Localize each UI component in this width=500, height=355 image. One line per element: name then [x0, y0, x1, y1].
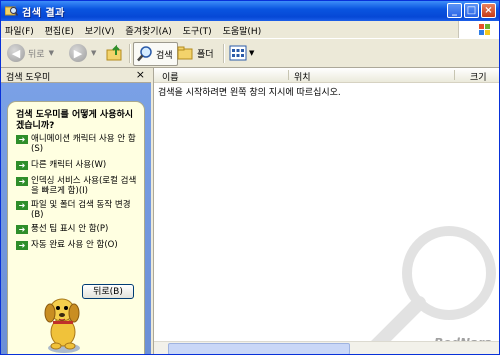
magnifier-watermark-icon: [367, 226, 496, 354]
rover-dog-icon[interactable]: [29, 288, 99, 355]
forward-arrow-icon: ▶: [69, 44, 87, 62]
menu-bar: 파일(F) 편집(E) 보기(V) 즐겨찾기(A) 도구(T) 도움말(H): [1, 21, 459, 38]
up-folder-button[interactable]: [105, 42, 125, 64]
maximize-button[interactable]: □: [464, 3, 479, 18]
folders-label: 폴더: [197, 49, 214, 60]
search-pane-title: 검색 도우미: [6, 73, 51, 83]
toolbar-separator: [129, 44, 131, 63]
column-location[interactable]: 위치: [294, 70, 311, 83]
green-arrow-icon: ➜: [16, 225, 28, 234]
menu-edit[interactable]: 편집(E): [41, 21, 78, 37]
search-button[interactable]: 검색: [133, 42, 178, 66]
option-label: 애니메이션 캐릭터 사용 안 함(S): [31, 134, 136, 154]
green-arrow-icon: ➜: [16, 135, 28, 144]
option-label: 파일 및 폴더 검색 동작 변경(B): [31, 200, 131, 220]
window-title: 검색 결과: [22, 8, 65, 19]
forward-dropdown-icon: ▼: [91, 49, 97, 57]
menu-file[interactable]: 파일(F): [1, 21, 38, 37]
column-divider[interactable]: [288, 70, 289, 80]
green-arrow-icon: ➜: [16, 161, 28, 170]
green-arrow-icon: ➜: [16, 201, 28, 210]
folders-button[interactable]: 폴더: [177, 42, 214, 64]
column-divider[interactable]: [454, 70, 455, 80]
search-folder-icon: [5, 6, 18, 16]
option-label: 자동 완료 사용 안 함(O): [31, 240, 118, 250]
column-name[interactable]: 이름: [162, 70, 179, 83]
search-label: 검색: [156, 50, 173, 61]
menu-help[interactable]: 도움말(H): [219, 21, 266, 37]
option-disable-autocomplete[interactable]: ➜ 자동 완료 사용 안 함(O): [16, 240, 140, 250]
views-button[interactable]: ▼: [229, 42, 254, 64]
menu-favorites[interactable]: 즐겨찾기(A): [121, 21, 175, 37]
option-change-search-behavior[interactable]: ➜ 파일 및 폴더 검색 동작 변경(B): [16, 200, 140, 220]
search-companion-pane: 검색 도우미를 어떻게 사용하시겠습니까? ➜ 애니메이션 캐릭터 사용 안 함…: [1, 83, 151, 355]
back-arrow-icon: ◀: [7, 44, 25, 62]
results-pane: 이름 위치 크기 검색을 시작하려면 왼쪽 창의 지시에 따르십시오. BodN…: [153, 68, 499, 354]
views-dropdown-icon: ▼: [249, 49, 255, 57]
option-indexing-service[interactable]: ➜ 인덱싱 서비스 사용(로컬 검색을 빠르게 함)(I): [16, 176, 140, 196]
option-other-character[interactable]: ➜ 다른 캐릭터 사용(W): [16, 160, 140, 170]
option-label: 다른 캐릭터 사용(W): [31, 160, 107, 170]
search-pane-header: 검색 도우미 ×: [1, 68, 151, 83]
close-button[interactable]: ×: [481, 3, 496, 18]
back-label: 뒤로: [28, 49, 45, 60]
option-label: 풍선 팁 표시 안 함(P): [31, 224, 109, 234]
column-size[interactable]: 크기: [470, 70, 487, 83]
menu-view[interactable]: 보기(V): [81, 21, 119, 37]
folders-icon: [177, 46, 193, 60]
option-hide-balloon-tips[interactable]: ➜ 풍선 팁 표시 안 함(P): [16, 224, 140, 234]
scrollbar-thumb[interactable]: [168, 343, 350, 354]
menu-tools[interactable]: 도구(T): [179, 21, 216, 37]
option-label: 인덱싱 서비스 사용(로컬 검색을 빠르게 함)(I): [31, 176, 137, 196]
search-results-window: 검색 결과 _ □ × 파일(F) 편집(E) 보기(V) 즐겨찾기(A) 도구…: [0, 0, 500, 355]
option-disable-animation[interactable]: ➜ 애니메이션 캐릭터 사용 안 함(S): [16, 134, 140, 154]
assistant-question: 검색 도우미를 어떻게 사용하시겠습니까?: [16, 110, 134, 131]
back-dropdown-icon: ▼: [48, 49, 54, 57]
title-bar[interactable]: 검색 결과 _ □ ×: [1, 1, 499, 21]
views-icon: [229, 45, 247, 61]
empty-results-message: 검색을 시작하려면 왼쪽 창의 지시에 따르십시오.: [158, 88, 341, 98]
up-folder-icon: [106, 44, 122, 61]
magnifier-icon: [137, 46, 152, 62]
results-column-header: 이름 위치 크기: [154, 68, 499, 83]
toolbar: ◀ 뒤로 ▼ ▶ ▼ 검색 폴더 ▼: [1, 38, 499, 68]
close-pane-icon[interactable]: ×: [136, 68, 145, 81]
horizontal-scrollbar[interactable]: [154, 341, 499, 354]
minimize-button[interactable]: _: [447, 3, 462, 18]
back-button[interactable]: ◀ 뒤로 ▼: [7, 42, 54, 64]
forward-button[interactable]: ▶ ▼: [69, 42, 96, 64]
toolbar-separator: [223, 44, 225, 63]
green-arrow-icon: ➜: [16, 241, 28, 250]
windows-logo-icon: [458, 21, 499, 38]
green-arrow-icon: ➜: [16, 177, 28, 186]
